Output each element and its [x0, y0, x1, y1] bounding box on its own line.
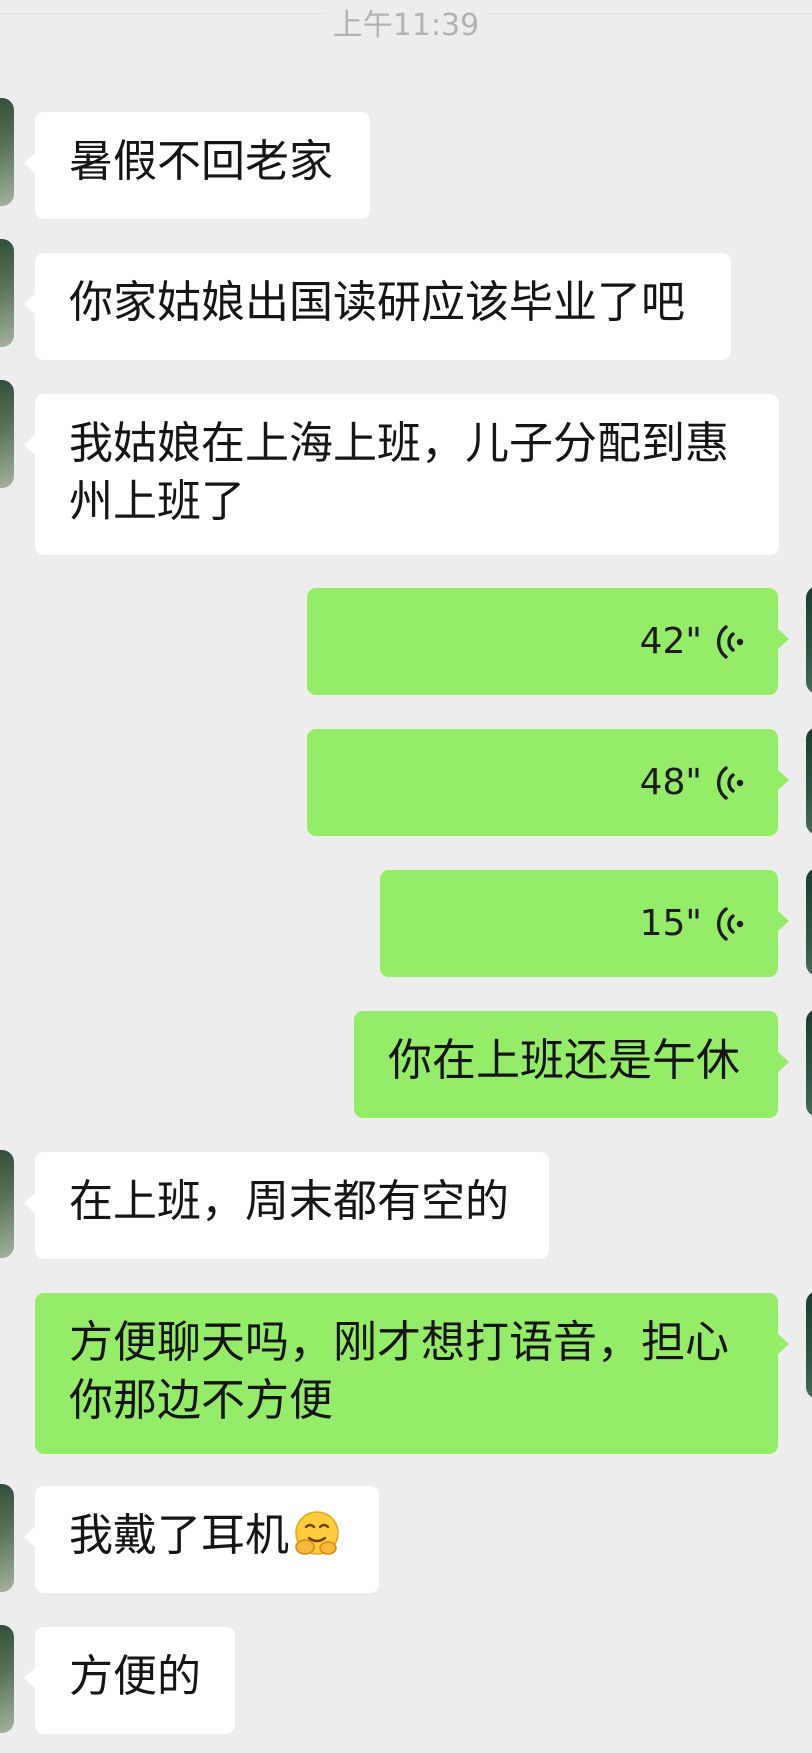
- voice-duration: 48": [639, 761, 702, 803]
- message-text: 我戴了耳机: [69, 1510, 289, 1561]
- message-bubble-incoming[interactable]: 我姑娘在上海上班，儿子分配到惠州上班了: [24, 394, 779, 555]
- voice-duration: 42": [639, 620, 702, 662]
- message-text: 你家姑娘出国读研应该毕业了吧: [69, 277, 685, 328]
- message-text: 方便聊天吗，刚才想打语音，担心你那边不方便: [69, 1317, 729, 1426]
- message-bubble-incoming[interactable]: 方便的: [24, 1627, 235, 1734]
- voice-wave-icon: [716, 765, 744, 800]
- contact-avatar[interactable]: [0, 1625, 14, 1733]
- chat-thread: 上午11:39 暑假不回老家 你家姑娘出国读研应该毕业了吧 我姑娘在上海上班，儿…: [0, 0, 812, 1753]
- message-text: 方便的: [69, 1651, 201, 1702]
- voice-message-bubble[interactable]: 42": [307, 588, 789, 695]
- contact-avatar[interactable]: [0, 1484, 14, 1592]
- my-avatar[interactable]: [806, 586, 812, 694]
- my-avatar[interactable]: [806, 727, 812, 835]
- voice-message-bubble[interactable]: 48": [307, 729, 789, 836]
- message-text: 我姑娘在上海上班，儿子分配到惠州上班了: [69, 418, 729, 527]
- timestamp-text: 上午11:39: [324, 8, 488, 43]
- contact-avatar[interactable]: [0, 239, 14, 347]
- message-text: 在上班，周末都有空的: [69, 1176, 509, 1227]
- contact-avatar[interactable]: [0, 98, 14, 206]
- message-bubble-outgoing[interactable]: 方便聊天吗，刚才想打语音，担心你那边不方便: [35, 1293, 789, 1454]
- contact-avatar[interactable]: [0, 380, 14, 488]
- voice-wave-icon: [716, 906, 744, 941]
- hugging-face-emoji-icon: [295, 1511, 339, 1555]
- timestamp: 上午11:39: [0, 6, 812, 46]
- message-bubble-outgoing[interactable]: 你在上班还是午休: [354, 1011, 789, 1118]
- voice-duration: 15": [639, 902, 702, 944]
- message-text: 你在上班还是午休: [388, 1035, 740, 1086]
- message-bubble-incoming[interactable]: 你家姑娘出国读研应该毕业了吧: [24, 253, 731, 360]
- voice-wave-icon: [716, 624, 744, 659]
- my-avatar[interactable]: [806, 1291, 812, 1399]
- my-avatar[interactable]: [806, 868, 812, 976]
- message-bubble-incoming[interactable]: 在上班，周末都有空的: [24, 1152, 549, 1259]
- voice-message-bubble[interactable]: 15": [380, 870, 789, 977]
- contact-avatar[interactable]: [0, 1150, 14, 1258]
- message-text: 暑假不回老家: [69, 136, 333, 187]
- my-avatar[interactable]: [806, 1009, 812, 1117]
- message-bubble-incoming[interactable]: 我戴了耳机: [24, 1486, 379, 1593]
- message-bubble-incoming[interactable]: 暑假不回老家: [24, 112, 370, 219]
